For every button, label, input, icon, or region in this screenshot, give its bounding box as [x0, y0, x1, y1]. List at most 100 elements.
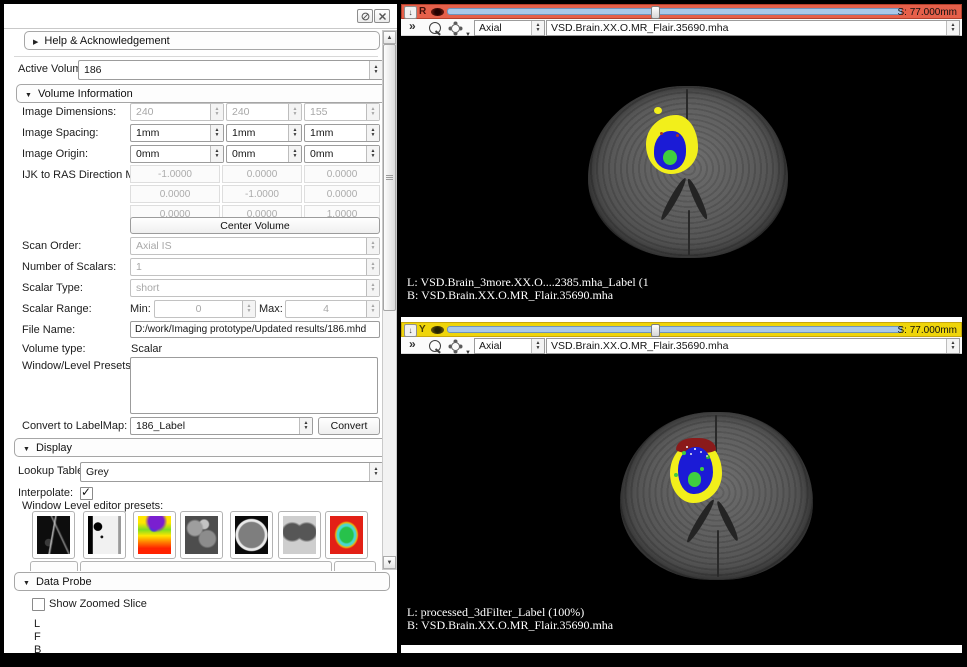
close-button[interactable] [374, 9, 390, 23]
yellow-volume-combobox[interactable]: VSD.Brain.XX.O.MR_Flair.35690.mha [546, 338, 960, 354]
spinner-icon[interactable] [288, 104, 301, 120]
visibility-icon[interactable] [451, 24, 460, 33]
pin-icon[interactable]: ↓ [404, 6, 417, 19]
image-origin-z[interactable]: 0mm [304, 145, 380, 163]
eye-icon[interactable] [431, 326, 444, 334]
number-of-scalars-field[interactable]: 1 [130, 258, 380, 276]
number-of-scalars-label: Number of Scalars: [22, 261, 116, 273]
wl-preset-thumbnail-chest-ct[interactable] [278, 511, 321, 559]
interpolate-label: Interpolate: [18, 487, 73, 499]
spinner-icon[interactable] [210, 146, 223, 162]
probe-row-l: L [34, 618, 40, 630]
spinner-icon[interactable] [946, 339, 959, 353]
slider-handle-icon[interactable] [651, 6, 660, 19]
spinner-icon[interactable] [366, 259, 379, 275]
visibility-icon[interactable] [451, 342, 460, 351]
spinner-icon[interactable] [366, 125, 379, 141]
show-zoomed-slice-checkbox[interactable] [32, 598, 45, 611]
image-dimensions-y[interactable]: 240 [226, 103, 302, 121]
yellow-slice-slider[interactable] [447, 326, 902, 333]
wl-preset-thumbnail-pet-brain[interactable] [325, 511, 368, 559]
scroll-up-icon[interactable]: ▲ [383, 31, 396, 44]
file-name-input[interactable]: D:/work/Imaging prototype/Updated result… [130, 321, 380, 338]
scalar-range-min-label: Min: [130, 303, 151, 315]
pin-icon[interactable]: ↓ [404, 324, 417, 337]
spinner-icon[interactable] [531, 339, 544, 353]
interpolate-checkbox[interactable] [80, 487, 93, 500]
clipped-widget [80, 561, 332, 571]
volume-information-header[interactable]: Volume Information [16, 84, 388, 103]
spinner-icon[interactable] [242, 301, 255, 317]
red-slice-slider[interactable] [447, 8, 902, 15]
eye-icon[interactable] [431, 8, 444, 16]
spinner-icon[interactable] [369, 463, 382, 481]
link-views-icon[interactable] [429, 22, 441, 34]
image-spacing-y[interactable]: 1mm [226, 124, 302, 142]
convert-labelmap-label: Convert to LabelMap: [22, 420, 127, 432]
help-section-title: Help & Acknowledgement [44, 35, 169, 47]
red-orientation-combobox[interactable]: Axial [474, 20, 545, 36]
spinner-icon[interactable] [210, 104, 223, 120]
more-options-icon[interactable] [409, 19, 416, 33]
probe-row-b: B [34, 644, 41, 656]
spinner-icon[interactable] [288, 125, 301, 141]
image-dimensions-x[interactable]: 240 [130, 103, 224, 121]
wl-preset-thumbnail-sagittal-bright[interactable] [83, 511, 126, 559]
help-section-header[interactable]: Help & Acknowledgement [24, 31, 380, 50]
image-spacing-z[interactable]: 1mm [304, 124, 380, 142]
data-probe-header[interactable]: Data Probe [14, 572, 390, 591]
active-volume-combobox[interactable]: 186 [78, 60, 383, 80]
spinner-icon[interactable] [299, 418, 312, 434]
slider-handle-icon[interactable] [651, 324, 660, 337]
undock-icon [361, 12, 370, 21]
image-origin-label: Image Origin: [22, 148, 88, 160]
wl-preset-thumbnail-brain-ct[interactable] [230, 511, 273, 559]
spinner-icon[interactable] [210, 125, 223, 141]
yellow-orientation-combobox[interactable]: Axial [474, 338, 545, 354]
spinner-icon[interactable] [366, 280, 379, 296]
image-spacing-x[interactable]: 1mm [130, 124, 224, 142]
wl-preset-thumbnail-sagittal-dark[interactable] [32, 511, 75, 559]
spinner-icon[interactable] [369, 61, 382, 79]
yellow-slice-viewport[interactable]: L: processed_3dFilter_Label (100%) B: VS… [401, 354, 962, 645]
red-slice-offset: S: 77.000mm [898, 7, 957, 18]
scalar-range-max-field[interactable]: 4 [285, 300, 380, 318]
wl-preset-thumbnail-abdominal-mr[interactable] [180, 511, 223, 559]
wl-preset-thumbnail-rainbow[interactable] [133, 511, 176, 559]
spinner-icon[interactable] [288, 146, 301, 162]
scalar-range-min-field[interactable]: 0 [154, 300, 256, 318]
scrollbar-thumb[interactable] [383, 44, 396, 311]
more-options-icon[interactable] [409, 337, 416, 351]
spinner-icon[interactable] [366, 301, 379, 317]
convert-button[interactable]: Convert [318, 417, 380, 435]
volume-information-title: Volume Information [38, 88, 133, 100]
scan-order-combobox[interactable]: Axial IS [130, 237, 380, 255]
spinner-icon[interactable] [531, 21, 544, 35]
red-slice-viewport[interactable]: L: VSD.Brain_3more.XX.O....2385.mha_Labe… [401, 36, 962, 317]
image-dimensions-z[interactable]: 155 [304, 103, 380, 121]
red-slice-bar: ↓ R S: 77.000mm [401, 4, 962, 19]
spinner-icon[interactable] [366, 238, 379, 254]
scalar-type-combobox[interactable]: short [130, 279, 380, 297]
red-volume-combobox[interactable]: VSD.Brain.XX.O.MR_Flair.35690.mha [546, 20, 960, 36]
center-volume-button[interactable]: Center Volume [130, 217, 380, 234]
spinner-icon[interactable] [366, 146, 379, 162]
spinner-icon[interactable] [946, 21, 959, 35]
image-origin-y[interactable]: 0mm [226, 145, 302, 163]
spinner-icon[interactable] [366, 104, 379, 120]
matrix-cell: 0.0000 [222, 165, 302, 183]
active-volume-value: 186 [79, 61, 369, 79]
link-views-icon[interactable] [429, 340, 441, 352]
volume-type-label: Volume type: [22, 343, 86, 355]
display-section-header[interactable]: Display [14, 438, 390, 457]
clipped-widget [334, 561, 376, 571]
scroll-down-icon[interactable]: ▼ [383, 556, 396, 569]
lookup-table-combobox[interactable]: Grey [80, 462, 383, 482]
panel-scrollbar[interactable]: ▲ ▼ [382, 30, 397, 570]
undock-button[interactable] [357, 9, 373, 23]
scalar-range-label: Scalar Range: [22, 303, 92, 315]
image-origin-x[interactable]: 0mm [130, 145, 224, 163]
wl-presets-listbox[interactable] [130, 357, 378, 414]
bottom-margin [401, 645, 962, 653]
convert-labelmap-combobox[interactable]: 186_Label [130, 417, 313, 435]
